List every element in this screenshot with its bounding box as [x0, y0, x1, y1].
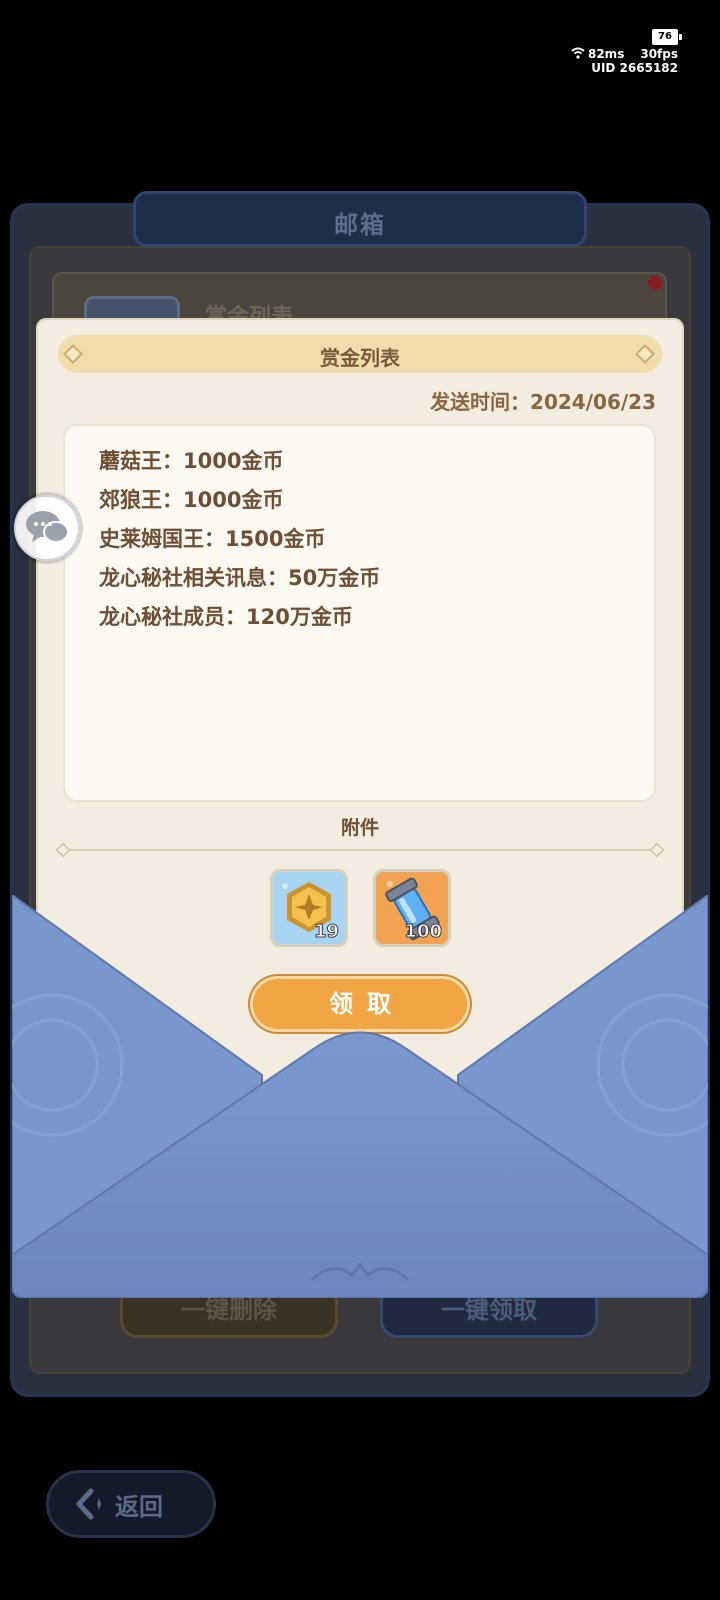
back-label: 返回 — [115, 1492, 163, 1521]
unread-dot — [648, 276, 662, 290]
send-time: 发送时间：2024/06/23 — [430, 390, 656, 414]
chat-bubble-icon — [26, 511, 69, 543]
status-overlay: 76 82ms 30fps UID 2665182 — [538, 28, 682, 75]
battery-indicator: 76 — [652, 29, 682, 45]
ping-text: 82ms — [587, 47, 625, 61]
attachments-label: 附件 — [340, 817, 379, 839]
mail-content: 蘑菇王：1000金币 郊狼王：1000金币 史莱姆国王：1500金币 龙心秘社相… — [63, 424, 656, 802]
uid-text: UID 2665182 — [591, 61, 678, 75]
wifi-icon — [571, 47, 585, 59]
envelope-front — [12, 895, 708, 1298]
mail-title: 赏金列表 — [320, 346, 400, 370]
attachments-divider — [64, 849, 656, 851]
mail-line: 蘑菇王：1000金币 — [99, 449, 284, 473]
back-button[interactable]: 返回 — [46, 1470, 216, 1538]
chat-button[interactable] — [14, 495, 80, 561]
mail-line: 史莱姆国王：1500金币 — [99, 527, 326, 551]
mail-line: 郊狼王：1000金币 — [99, 488, 284, 512]
mailbox-title: 邮箱 — [334, 211, 386, 239]
ping-readout: 82ms — [571, 47, 624, 61]
mail-line: 龙心秘社相关讯息：50万金币 — [99, 566, 381, 590]
fps-text: 30fps — [640, 47, 678, 61]
back-arrow-icon — [76, 1488, 101, 1520]
mail-line: 龙心秘社成员：120万金币 — [99, 605, 353, 629]
